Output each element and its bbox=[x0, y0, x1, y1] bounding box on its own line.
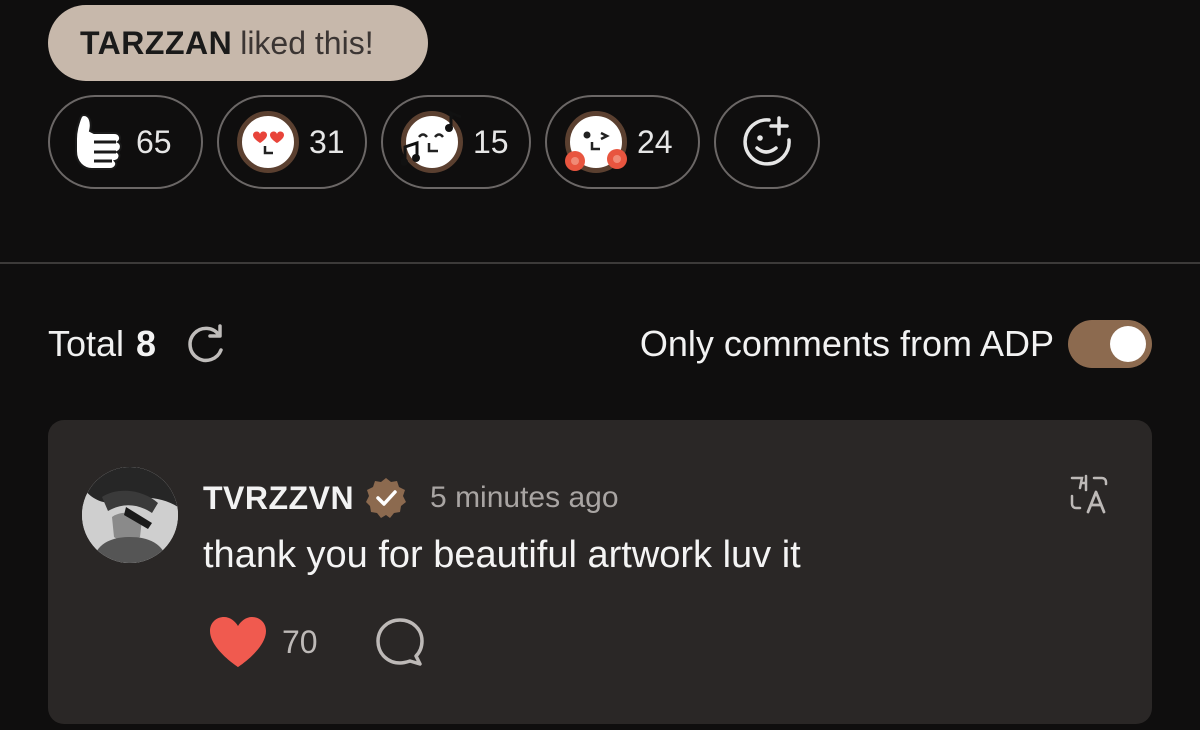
like-count: 70 bbox=[282, 623, 318, 660]
comment-timestamp: 5 minutes ago bbox=[430, 481, 619, 514]
total-count: 8 bbox=[136, 323, 157, 364]
reaction-thumbs-up[interactable]: 65 bbox=[48, 95, 203, 189]
reaction-heart-eyes[interactable]: 31 bbox=[217, 95, 367, 189]
filter-label: Only comments from ADP bbox=[639, 323, 1054, 364]
add-reaction-button[interactable] bbox=[714, 95, 820, 189]
comments-screen: TARZZAN liked this! 65 31 15 24 Total 8 … bbox=[0, 0, 1200, 730]
comments-header: Total 8 Only comments from ADP bbox=[48, 318, 1152, 370]
heart-icon[interactable] bbox=[208, 615, 268, 669]
translate-icon[interactable] bbox=[1068, 472, 1112, 516]
adp-filter-toggle[interactable] bbox=[1068, 320, 1152, 368]
adp-filter: Only comments from ADP bbox=[640, 320, 1152, 368]
reaction-bar: 65 31 15 24 bbox=[48, 95, 820, 189]
liked-user: TARZZAN bbox=[80, 24, 233, 61]
add-reaction-icon bbox=[743, 116, 791, 166]
music-face-icon bbox=[401, 111, 463, 173]
toggle-knob bbox=[1110, 326, 1146, 362]
reaction-count: 24 bbox=[637, 123, 673, 160]
comment-author-row: TVRZZVN 5 minutes ago bbox=[203, 476, 619, 520]
verified-badge-icon bbox=[366, 478, 407, 518]
total-label: Total bbox=[48, 323, 125, 364]
comment-actions: 70 bbox=[208, 614, 428, 670]
author-name[interactable]: TVRZZVN bbox=[203, 480, 354, 517]
avatar[interactable] bbox=[82, 467, 178, 563]
thumbs-up-icon bbox=[75, 113, 122, 170]
liked-banner: TARZZAN liked this! bbox=[48, 5, 428, 81]
reaction-music[interactable]: 15 bbox=[381, 95, 531, 189]
reaction-count: 65 bbox=[136, 123, 172, 160]
reaction-count: 15 bbox=[473, 123, 509, 160]
liked-suffix: liked this! bbox=[240, 24, 374, 61]
heart-eyes-icon bbox=[237, 111, 299, 173]
comment-card: TVRZZVN 5 minutes ago thank you for beau… bbox=[48, 420, 1152, 724]
cheer-face-icon bbox=[565, 111, 627, 173]
comment-text: thank you for beautiful artwork luv it bbox=[203, 534, 801, 576]
reply-bubble-icon[interactable] bbox=[372, 614, 428, 670]
reaction-count: 31 bbox=[309, 123, 345, 160]
section-divider bbox=[0, 262, 1200, 264]
reaction-cheer[interactable]: 24 bbox=[545, 95, 700, 189]
refresh-icon[interactable] bbox=[182, 321, 228, 367]
